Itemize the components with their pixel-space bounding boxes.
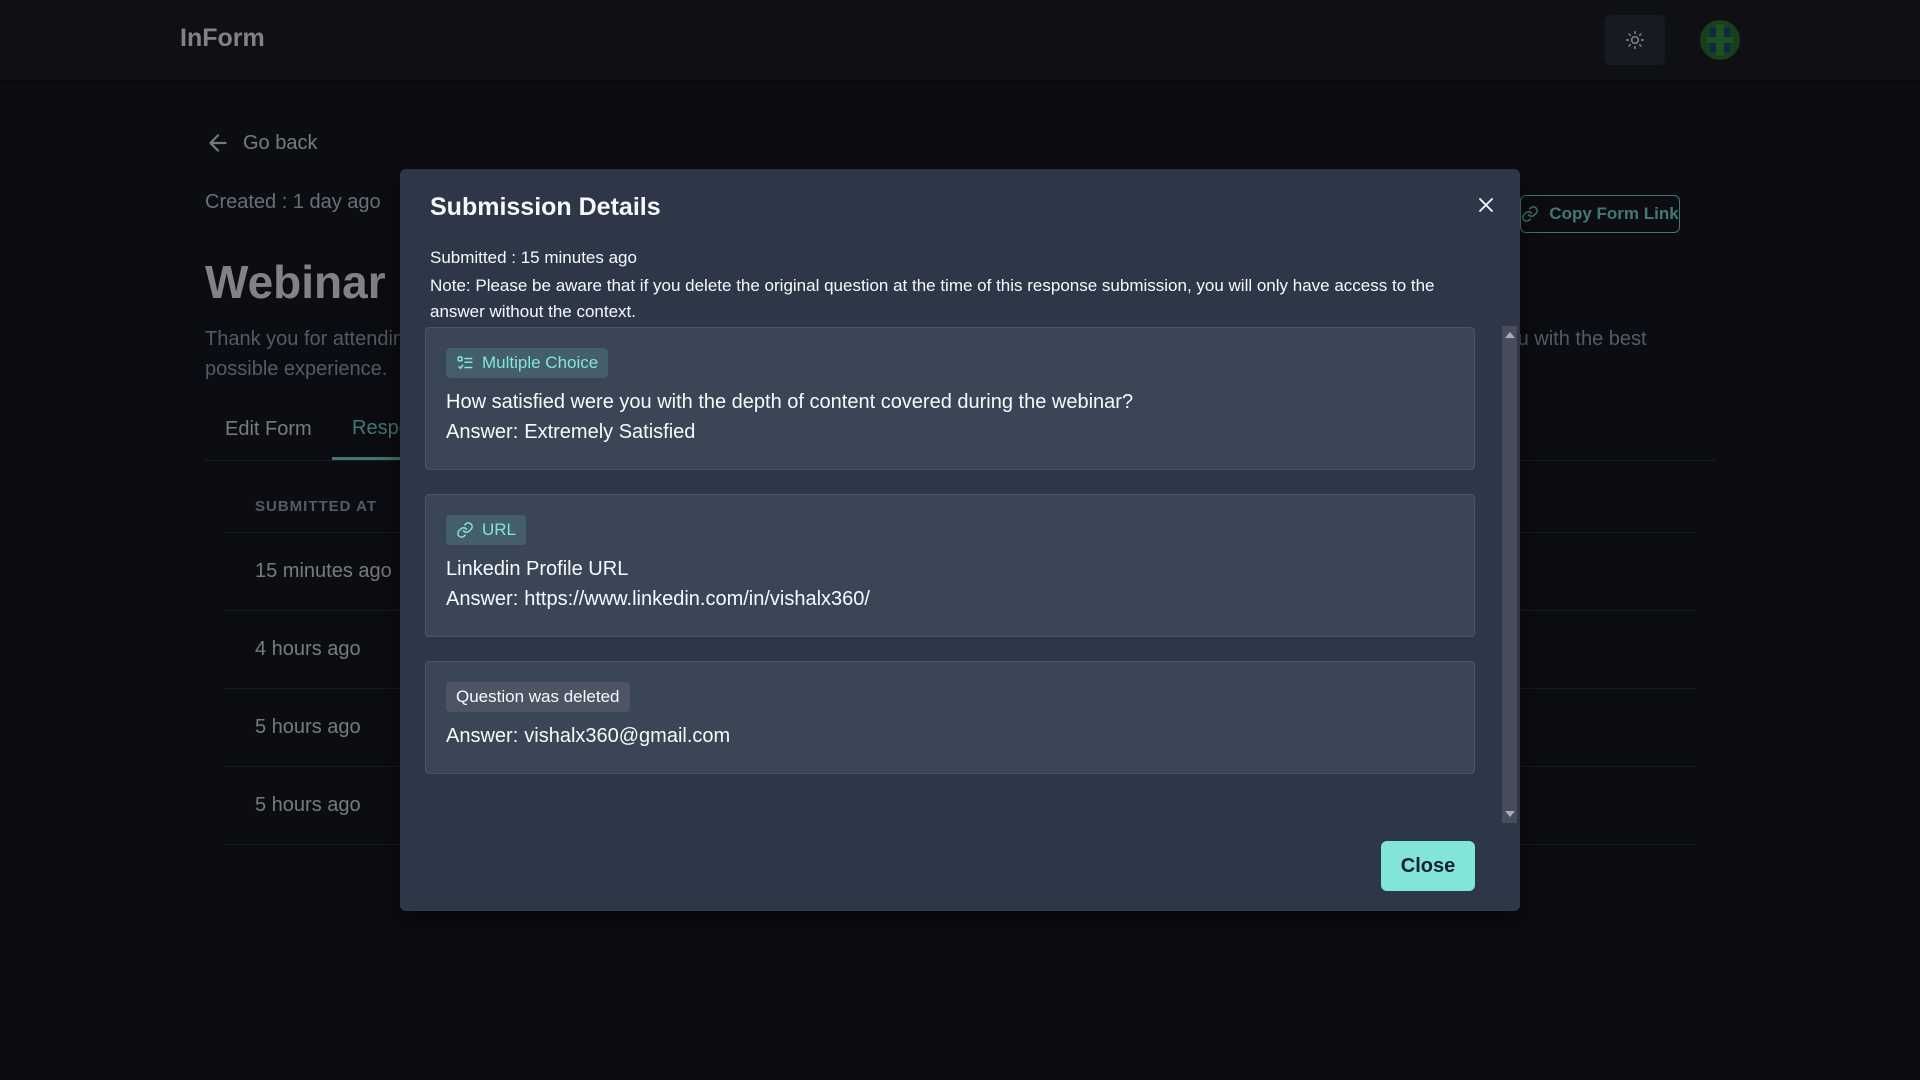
modal-close-button[interactable]	[1468, 187, 1504, 223]
answer-text: Answer: https://www.linkedin.com/in/visha…	[446, 588, 870, 611]
badge-label: Question was deleted	[456, 687, 620, 706]
scroll-up-arrow-icon[interactable]	[1505, 332, 1515, 338]
deleted-question-badge: Question was deleted	[446, 682, 630, 712]
submitted-time: Submitted : 15 minutes ago	[430, 248, 637, 267]
answer-prefix: Answer:	[446, 725, 519, 747]
close-icon	[1479, 198, 1493, 212]
question-text: Linkedin Profile URL	[446, 558, 629, 580]
badge-label: Multiple Choice	[482, 353, 599, 372]
answers-scroll-area[interactable]: Multiple Choice How satisfied were you w…	[425, 327, 1485, 817]
question-text: How satisfied were you with the depth of…	[446, 391, 1134, 413]
list-check-icon	[457, 356, 473, 370]
link-icon	[457, 522, 473, 538]
answer-text: Answer: Extremely Satisfied	[446, 421, 695, 444]
submission-details-modal: Submission Details Submitted : 15 minute…	[400, 169, 1520, 911]
question-type-badge: Multiple Choice	[446, 348, 609, 378]
answer-text: Answer: vishalx360@gmail.com	[446, 725, 730, 748]
question-type-badge: URL	[446, 515, 527, 545]
answer-prefix: Answer:	[446, 588, 519, 610]
scroll-down-arrow-icon[interactable]	[1505, 811, 1515, 817]
modal-title: Submission Details	[430, 193, 661, 221]
answer-card: Multiple Choice How satisfied were you w…	[425, 327, 1475, 470]
answer-card: URL Linkedin Profile URL Answer: https://…	[425, 494, 1475, 637]
close-button[interactable]: Close	[1381, 841, 1475, 891]
answer-card: Question was deleted Answer: vishalx360@g…	[425, 661, 1475, 774]
answer-value: Extremely Satisfied	[524, 421, 696, 443]
answer-value: https://www.linkedin.com/in/vishalx360/	[524, 588, 870, 610]
answer-prefix: Answer:	[446, 421, 519, 443]
modal-scrollbar[interactable]	[1502, 326, 1517, 823]
deletion-note: Note: Please be aware that if you delete…	[430, 276, 1435, 321]
badge-label: URL	[482, 520, 517, 539]
answer-value: vishalx360@gmail.com	[524, 725, 731, 747]
